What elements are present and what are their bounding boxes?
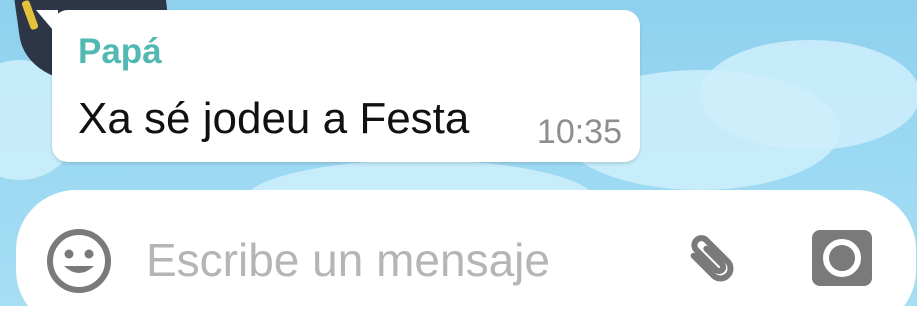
camera-icon [812, 230, 872, 286]
message-sender-name[interactable]: Papá [78, 32, 162, 72]
wallpaper-cloud [700, 40, 917, 150]
message-input[interactable]: Escribe un mensaje [146, 234, 550, 286]
emoji-icon [47, 229, 111, 293]
emoji-button[interactable] [44, 226, 114, 296]
paperclip-icon [690, 235, 734, 282]
message-composer[interactable]: Escribe un mensaje [16, 190, 916, 330]
attach-button[interactable] [678, 226, 746, 294]
incoming-message-bubble[interactable]: Papá Xa sé jodeu a Festa 10:35 [52, 10, 640, 162]
camera-button[interactable] [810, 226, 874, 290]
message-timestamp: 10:35 [536, 113, 622, 151]
message-text: Xa sé jodeu a Festa [78, 94, 470, 143]
